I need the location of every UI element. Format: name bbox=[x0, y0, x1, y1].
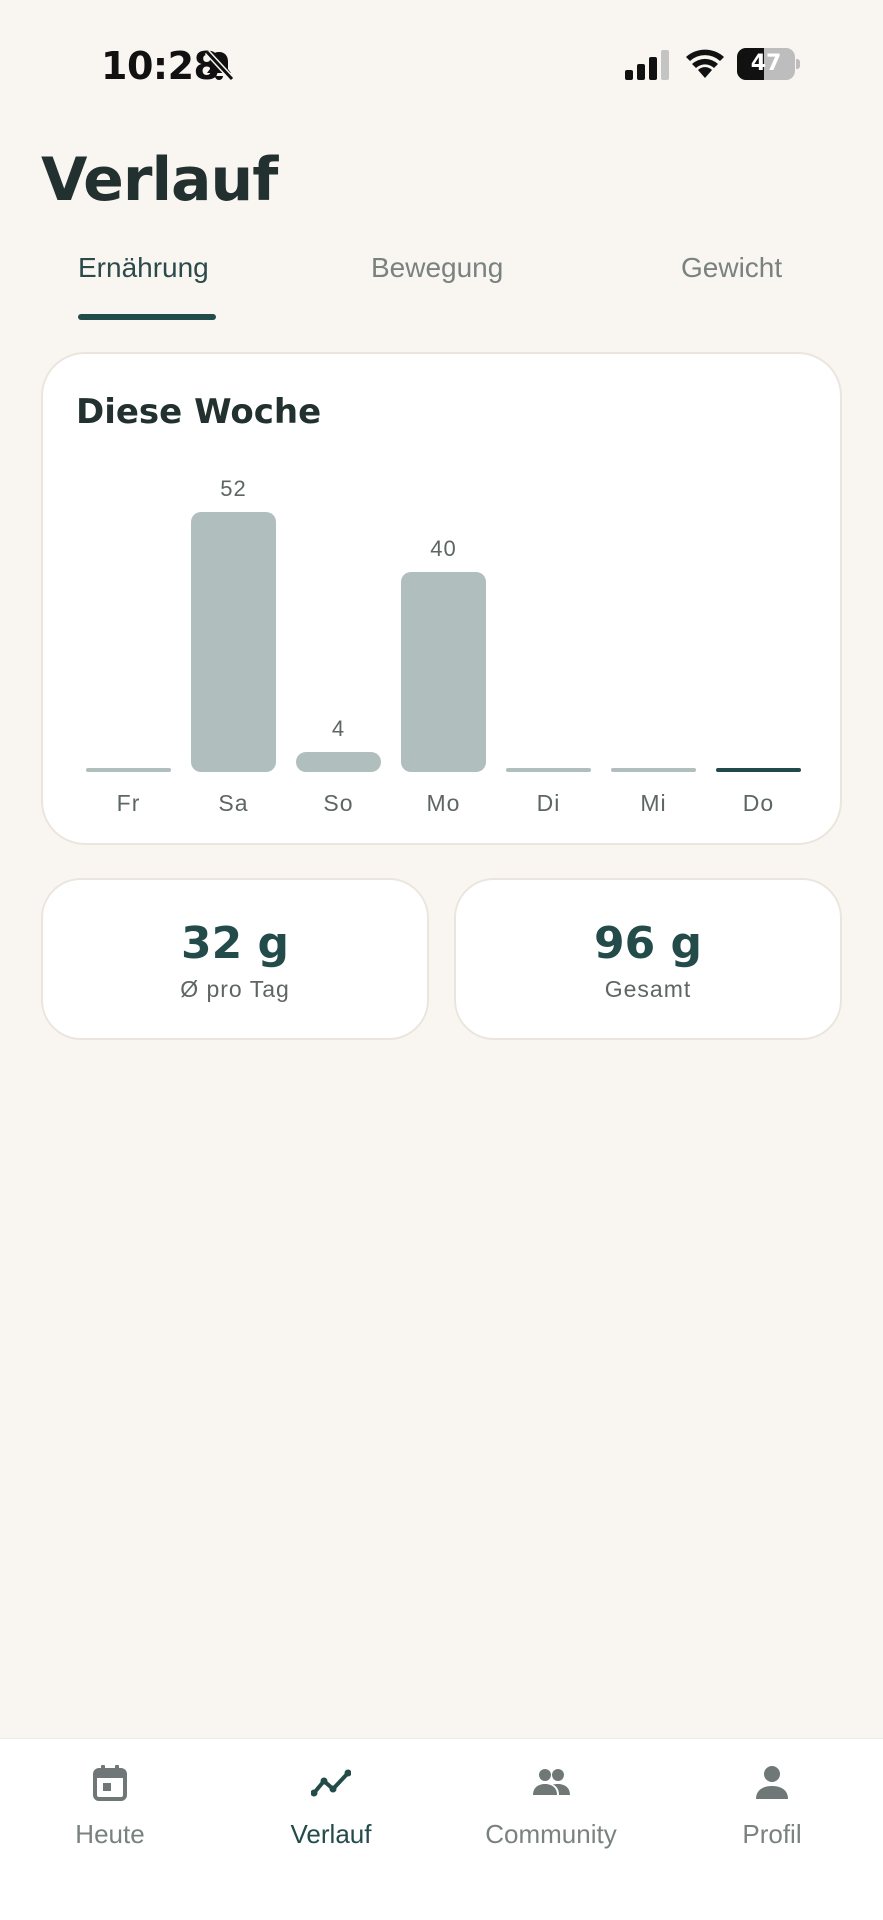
nav-label-heute: Heute bbox=[75, 1819, 145, 1849]
day-label-fr: Fr bbox=[117, 790, 141, 816]
bell-muted-icon bbox=[204, 49, 235, 82]
bar-mo bbox=[401, 572, 486, 772]
stat-card-total: 96 g Gesamt bbox=[454, 878, 842, 1040]
day-label-di: Di bbox=[537, 790, 561, 816]
tab-bewegung[interactable]: Bewegung bbox=[371, 252, 503, 284]
stat-average-label: Ø pro Tag bbox=[180, 976, 290, 1002]
bar-sa bbox=[191, 512, 276, 772]
stat-card-average: 32 g Ø pro Tag bbox=[41, 878, 429, 1040]
status-bar: 10:28 47 bbox=[0, 0, 883, 130]
weekly-bar-chart: Fr 52 Sa 4 So 40 Mo Di Mi Do bbox=[86, 476, 801, 816]
bar-so bbox=[296, 752, 381, 772]
bar-mi bbox=[611, 768, 696, 772]
bar-di bbox=[506, 768, 591, 772]
bar-value-label-sa: 52 bbox=[220, 476, 246, 501]
calendar-icon bbox=[93, 1765, 127, 1801]
nav-item-heute[interactable]: Heute bbox=[0, 1739, 220, 1869]
weekly-chart-card: Diese Woche Fr 52 Sa 4 So 40 Mo Di Mi Do bbox=[41, 352, 842, 845]
nav-label-verlauf: Verlauf bbox=[290, 1819, 372, 1849]
day-label-do: Do bbox=[743, 790, 774, 816]
stat-average-value: 32 g bbox=[180, 918, 290, 969]
cellular-signal-icon bbox=[625, 50, 669, 80]
tab-gewicht[interactable]: Gewicht bbox=[681, 252, 782, 284]
tab-bar: Ernährung Bewegung Gewicht bbox=[0, 240, 883, 320]
person-icon bbox=[756, 1766, 788, 1799]
status-time: 10:28 bbox=[101, 44, 220, 88]
trend-line-icon bbox=[311, 1769, 351, 1797]
day-label-so: So bbox=[323, 790, 353, 816]
stat-total-label: Gesamt bbox=[604, 976, 692, 1002]
bar-value-label-so: 4 bbox=[332, 716, 345, 741]
wifi-icon bbox=[686, 49, 724, 78]
people-icon bbox=[533, 1769, 570, 1795]
bottom-navigation: Heute Verlauf Community Profil bbox=[0, 1738, 883, 1920]
page-title: Verlauf bbox=[41, 145, 278, 215]
day-label-mi: Mi bbox=[640, 790, 666, 816]
tab-ernaehrung[interactable]: Ernährung bbox=[78, 252, 209, 284]
stat-total-value: 96 g bbox=[593, 918, 703, 969]
battery-percent: 47 bbox=[750, 51, 782, 76]
nav-label-profil: Profil bbox=[742, 1819, 802, 1849]
nav-item-profil[interactable]: Profil bbox=[662, 1739, 882, 1869]
nav-item-community[interactable]: Community bbox=[441, 1739, 661, 1869]
nav-item-verlauf[interactable]: Verlauf bbox=[221, 1739, 441, 1869]
battery-indicator: 47 bbox=[737, 48, 800, 80]
day-label-mo: Mo bbox=[427, 790, 461, 816]
bar-do bbox=[716, 768, 801, 772]
day-label-sa: Sa bbox=[218, 790, 248, 816]
bar-value-label-mo: 40 bbox=[430, 536, 456, 561]
active-tab-indicator bbox=[78, 314, 216, 320]
bar-fr bbox=[86, 768, 171, 772]
nav-label-community: Community bbox=[485, 1819, 617, 1849]
